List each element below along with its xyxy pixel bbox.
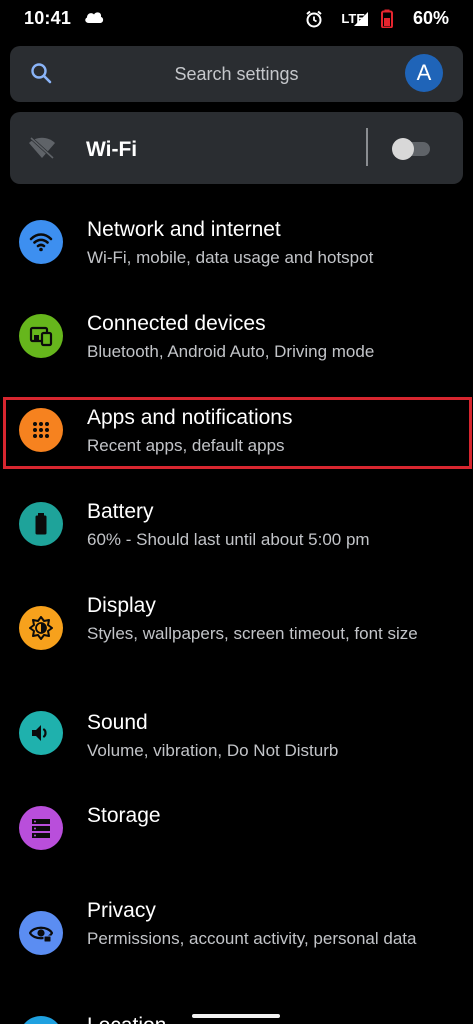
toggle-thumb	[392, 138, 414, 160]
setting-privacy[interactable]: Privacy Permissions, account activity, p…	[0, 895, 473, 995]
setting-storage[interactable]: Storage	[0, 800, 473, 880]
setting-subtitle: Volume, vibration, Do Not Disturb	[87, 741, 339, 760]
wifi-icon	[19, 220, 63, 264]
battery-status-icon	[381, 9, 393, 33]
setting-subtitle: Styles, wallpapers, screen timeout, font…	[87, 624, 418, 643]
storage-icon	[19, 806, 63, 850]
divider	[366, 128, 368, 166]
cloud-icon	[84, 10, 104, 29]
setting-subtitle: Wi-Fi, mobile, data usage and hotspot	[87, 248, 374, 267]
alarm-icon	[305, 10, 323, 33]
setting-display[interactable]: Display Styles, wallpapers, screen timeo…	[0, 590, 473, 690]
home-indicator[interactable]	[192, 1014, 280, 1018]
setting-title: Battery	[87, 500, 154, 523]
speaker-icon	[19, 711, 63, 755]
setting-subtitle: Bluetooth, Android Auto, Driving mode	[87, 342, 375, 361]
location-icon	[19, 1016, 63, 1024]
setting-title: Sound	[87, 711, 148, 734]
status-bar: 10:41 LTE 60%	[0, 0, 473, 40]
highlight-box	[3, 397, 472, 469]
setting-title: Connected devices	[87, 312, 266, 335]
wifi-label: Wi-Fi	[86, 138, 138, 161]
wifi-toggle[interactable]	[392, 136, 432, 160]
status-time: 10:41	[24, 8, 72, 28]
eye-icon	[19, 911, 63, 955]
signal-icon	[353, 9, 369, 32]
setting-subtitle: Permissions, account activity, personal …	[87, 929, 417, 948]
search-bar[interactable]: Search settings A	[10, 46, 463, 102]
setting-title: Location	[87, 1014, 166, 1024]
search-input[interactable]: Search settings	[10, 64, 463, 85]
setting-network-and-internet[interactable]: Network and internet Wi-Fi, mobile, data…	[0, 214, 473, 294]
setting-title: Privacy	[87, 899, 156, 922]
setting-battery[interactable]: Battery 60% - Should last until about 5:…	[0, 496, 473, 576]
setting-title: Storage	[87, 804, 161, 827]
devices-icon	[19, 314, 63, 358]
battery-icon	[19, 502, 63, 546]
setting-title: Display	[87, 594, 156, 617]
wifi-card[interactable]: Wi-Fi	[10, 112, 463, 184]
setting-title: Network and internet	[87, 218, 281, 241]
setting-connected-devices[interactable]: Connected devices Bluetooth, Android Aut…	[0, 308, 473, 388]
setting-subtitle: 60% - Should last until about 5:00 pm	[87, 530, 370, 549]
setting-sound[interactable]: Sound Volume, vibration, Do Not Disturb	[0, 707, 473, 787]
avatar[interactable]: A	[405, 54, 443, 92]
brightness-icon	[19, 606, 63, 650]
wifi-off-icon	[28, 136, 56, 165]
battery-percent: 60%	[412, 8, 449, 28]
